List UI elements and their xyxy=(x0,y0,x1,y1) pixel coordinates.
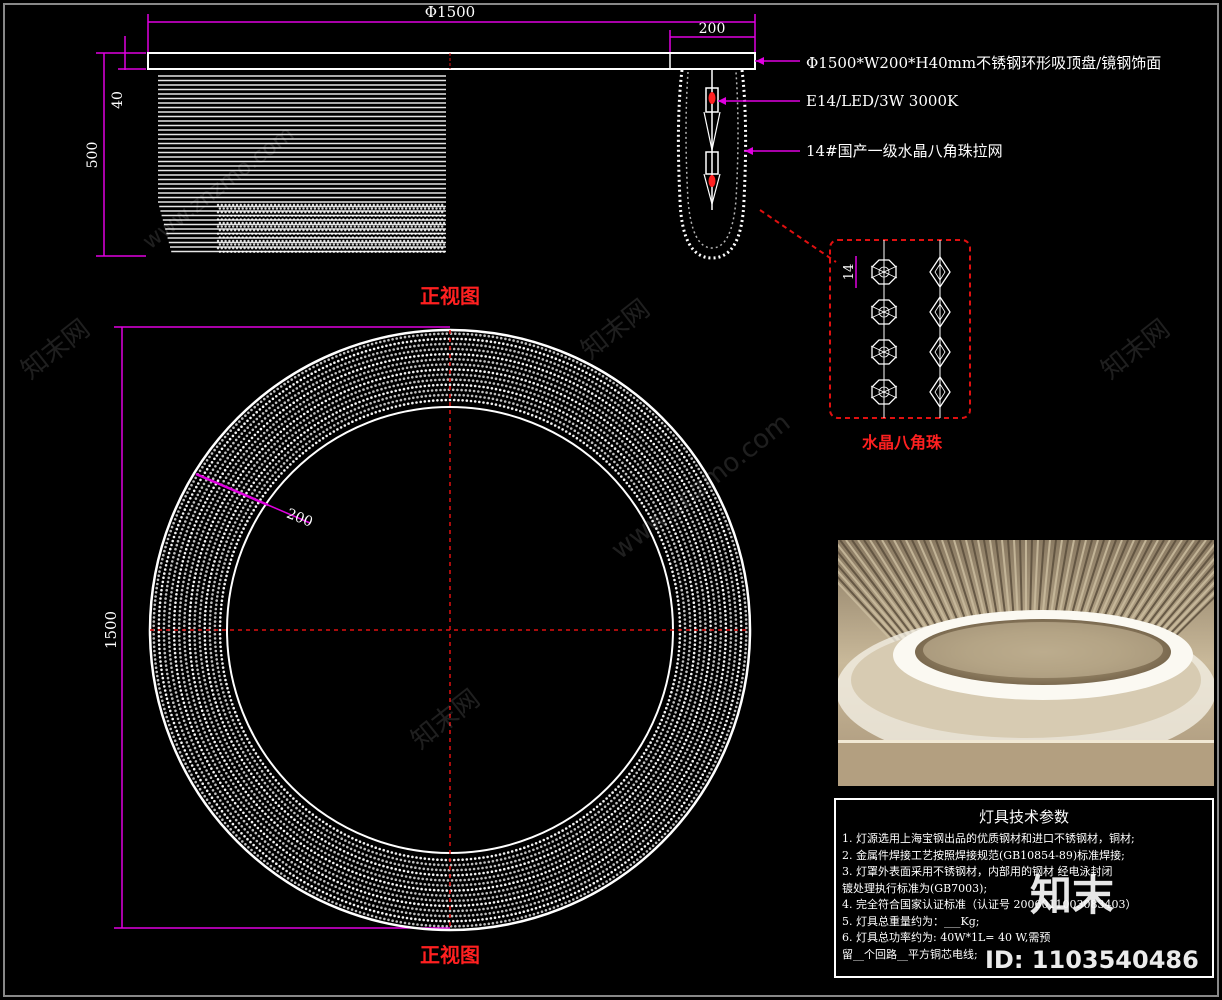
pendant-section xyxy=(676,69,748,260)
dim-top-diameter-label: Φ1500 xyxy=(425,3,475,21)
spec-line: 镀处理执行标准为(GB7003); xyxy=(842,881,988,895)
spec-line: 2. 金属件焊接工艺按照焊接规范(GB10854-89)标准焊接; xyxy=(842,848,1125,862)
callout-lamp: E14/LED/3W 3000K xyxy=(718,92,959,110)
callout-canopy-text: Φ1500*W200*H40mm不锈钢环形吸顶盘/镜钢饰面 xyxy=(806,54,1161,72)
spec-line: 5. 灯具总重量约为：___Kg; xyxy=(842,914,980,928)
spec-table-lines: 1. 灯源选用上海宝钢出品的优质钢材和进口不锈钢材，铜材; 2. 金属件焊接工艺… xyxy=(836,831,1212,963)
spec-line: 1. 灯源选用上海宝钢出品的优质钢材和进口不锈钢材，铜材; xyxy=(842,832,1135,845)
watermark-cn-2: 知末网 xyxy=(576,294,656,366)
canopy-bar xyxy=(147,52,756,70)
spec-line: 4. 完全符合国家认证标准（认证号 2006011003083403） xyxy=(842,898,1137,911)
watermark-id: ID: 1103540486 xyxy=(985,946,1199,974)
dim-width-200: 200 xyxy=(669,21,755,54)
spec-line: 6. 灯具总功率约为: 40W*1L= 40 W,需预 xyxy=(842,931,1051,944)
lamp-photo xyxy=(838,540,1214,786)
watermark-cn-1: 知末网 xyxy=(16,314,96,386)
watermark-cn-3: 知末网 xyxy=(1096,314,1176,386)
spec-line: 3. 灯罩外表面采用不锈钢材，内部用的钢材 经电泳封闭 xyxy=(842,865,1113,878)
dim-diameter-1500-label: 1500 xyxy=(102,611,120,649)
dim-width-200-label: 200 xyxy=(699,21,726,37)
crystal-detail-box: 14 xyxy=(829,239,971,419)
dim-ring-width-200-label: 200 xyxy=(284,506,315,531)
dim-top-diameter: Φ1500 xyxy=(147,3,756,52)
spec-table-title: 灯具技术参数 xyxy=(978,808,1069,826)
dim-height-500: 500 xyxy=(85,52,146,257)
front-view-title-bottom: 正视图 xyxy=(420,943,480,967)
callout-crystal-net: 14#国产一级水晶八角珠拉网 xyxy=(744,142,1003,160)
callout-lamp-text: E14/LED/3W 3000K xyxy=(806,92,959,110)
crystal-strands-elevation xyxy=(158,75,446,253)
detail-leader-line xyxy=(759,209,837,263)
crystal-detail-title: 水晶八角珠 xyxy=(862,433,943,452)
dim-bead-14-label: 14 xyxy=(842,264,857,281)
dim-height-40: 40 xyxy=(110,36,146,109)
callout-canopy: Φ1500*W200*H40mm不锈钢环形吸顶盘/镜钢饰面 xyxy=(755,54,1161,72)
front-view-title-top: 正视图 xyxy=(420,284,480,308)
watermark-brand-logo: 知末 xyxy=(1030,871,1115,920)
dim-height-40-label: 40 xyxy=(110,91,126,109)
watermark-cn-4: 知末网 xyxy=(406,684,486,756)
callout-crystal-net-text: 14#国产一级水晶八角珠拉网 xyxy=(806,142,1003,160)
dim-height-500-label: 500 xyxy=(85,142,101,169)
